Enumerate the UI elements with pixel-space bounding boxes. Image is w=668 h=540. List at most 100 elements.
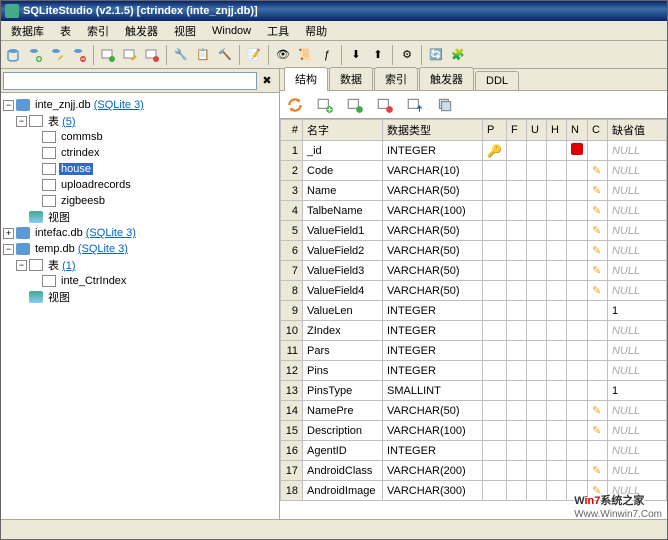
edit-column-icon[interactable] [344, 94, 366, 116]
separator [93, 45, 94, 65]
tab-触发器[interactable]: 触发器 [419, 67, 474, 90]
tbl-icon [29, 259, 43, 271]
menu-触发器[interactable]: 触发器 [117, 21, 166, 41]
tree-item[interactable]: zigbeesb [59, 195, 107, 207]
tree-item[interactable]: intefac.db (SQLite 3) [33, 227, 138, 239]
column-row[interactable]: 7ValueField3VARCHAR(50)✎NULL [281, 261, 667, 281]
window-title: SQLiteStudio (v2.1.5) [ctrindex (inte_zn… [23, 5, 258, 17]
menu-表[interactable]: 表 [52, 21, 79, 41]
tree-toggle[interactable]: − [16, 260, 27, 271]
menu-索引[interactable]: 索引 [79, 21, 117, 41]
menu-数据库[interactable]: 数据库 [3, 21, 52, 41]
tree-item[interactable]: 表 (1) [46, 257, 78, 273]
tab-结构[interactable]: 结构 [284, 67, 328, 91]
tree-item[interactable]: inte_znjj.db (SQLite 3) [33, 99, 146, 111]
column-row[interactable]: 11ParsINTEGERNULL [281, 341, 667, 361]
copy-icon[interactable] [434, 94, 456, 116]
structure-toolbar [280, 91, 667, 119]
column-row[interactable]: 9ValueLenINTEGER1 [281, 301, 667, 321]
collate-icon: ✎ [592, 465, 601, 477]
not-null-icon [571, 143, 583, 155]
functions-icon[interactable]: ƒ [317, 45, 337, 65]
collate-icon: ✎ [592, 205, 601, 217]
separator [421, 45, 422, 65]
tab-数据[interactable]: 数据 [329, 67, 373, 90]
column-row[interactable]: 10ZIndexINTEGERNULL [281, 321, 667, 341]
tree-search-input[interactable] [3, 72, 257, 90]
title-bar: SQLiteStudio (v2.1.5) [ctrindex (inte_zn… [1, 1, 667, 21]
sql-editor-icon[interactable]: 📝 [244, 45, 264, 65]
tree-toggle[interactable]: − [3, 100, 14, 111]
tree-item[interactable]: inte_CtrIndex [59, 275, 128, 287]
tree-item[interactable]: temp.db (SQLite 3) [33, 243, 130, 255]
menu-视图[interactable]: 视图 [166, 21, 204, 41]
tree-item[interactable]: house [59, 163, 93, 175]
generic-tool-icon[interactable]: 🔧 [171, 45, 191, 65]
collate-icon: ✎ [592, 425, 601, 437]
refresh-structure-icon[interactable] [284, 94, 306, 116]
tab-DDL[interactable]: DDL [475, 71, 519, 90]
column-row[interactable]: 5ValueField1VARCHAR(50)✎NULL [281, 221, 667, 241]
history-icon[interactable]: 📜 [295, 45, 315, 65]
generic-tool-icon[interactable]: 🔨 [215, 45, 235, 65]
separator [392, 45, 393, 65]
menu-帮助[interactable]: 帮助 [297, 21, 335, 41]
column-row[interactable]: 4TalbeNameVARCHAR(100)✎NULL [281, 201, 667, 221]
view-icon[interactable]: 👁 [273, 45, 293, 65]
tbl-icon [42, 275, 56, 287]
column-row[interactable]: 8ValueField4VARCHAR(50)✎NULL [281, 281, 667, 301]
tree-item[interactable]: 视图 [46, 209, 72, 225]
table-edit-icon[interactable] [120, 45, 140, 65]
refresh-icon[interactable]: 🔄 [426, 45, 446, 65]
db-add-icon[interactable] [25, 45, 45, 65]
tree-toggle[interactable]: − [3, 244, 14, 255]
tree-item[interactable]: commsb [59, 131, 105, 143]
columns-grid[interactable]: #名字数据类型PFUHNC缺省值1_idINTEGER🔑NULL2CodeVAR… [280, 119, 667, 501]
add-column-icon[interactable] [314, 94, 336, 116]
collate-icon: ✎ [592, 165, 601, 177]
export-icon[interactable]: ⬆ [368, 45, 388, 65]
tree-item[interactable]: 表 (5) [46, 113, 78, 129]
column-row[interactable]: 13PinsTypeSMALLINT1 [281, 381, 667, 401]
db-remove-icon[interactable] [69, 45, 89, 65]
menu-工具[interactable]: 工具 [259, 21, 297, 41]
column-row[interactable]: 18AndroidImageVARCHAR(300)✎NULL [281, 481, 667, 501]
tab-索引[interactable]: 索引 [374, 67, 418, 90]
column-row[interactable]: 16AgentIDINTEGERNULL [281, 441, 667, 461]
separator [341, 45, 342, 65]
db-connect-icon[interactable] [3, 45, 23, 65]
separator [166, 45, 167, 65]
tree-toggle[interactable]: + [3, 228, 14, 239]
tree-item[interactable]: ctrindex [59, 147, 102, 159]
menu-bar: 数据库表索引触发器视图Window工具帮助 [1, 21, 667, 41]
tree-item[interactable]: uploadrecords [59, 179, 133, 191]
clear-search-icon[interactable]: ✖ [257, 71, 277, 91]
move-up-icon[interactable] [404, 94, 426, 116]
ext-icon[interactable]: 🧩 [448, 45, 468, 65]
tbl-icon [42, 163, 56, 175]
collate-icon: ✎ [592, 285, 601, 297]
column-row[interactable]: 12PinsINTEGERNULL [281, 361, 667, 381]
column-row[interactable]: 2CodeVARCHAR(10)✎NULL [281, 161, 667, 181]
database-tree[interactable]: −inte_znjj.db (SQLite 3)−表 (5)commsbctri… [1, 93, 279, 519]
column-row[interactable]: 17AndroidClassVARCHAR(200)✎NULL [281, 461, 667, 481]
tree-item[interactable]: 视图 [46, 289, 72, 305]
generic-tool-icon[interactable]: 📋 [193, 45, 213, 65]
separator [268, 45, 269, 65]
column-row[interactable]: 14NamePreVARCHAR(50)✎NULL [281, 401, 667, 421]
import-icon[interactable]: ⬇ [346, 45, 366, 65]
column-row[interactable]: 1_idINTEGER🔑NULL [281, 141, 667, 161]
column-row[interactable]: 3NameVARCHAR(50)✎NULL [281, 181, 667, 201]
column-row[interactable]: 6ValueField2VARCHAR(50)✎NULL [281, 241, 667, 261]
collate-icon: ✎ [592, 265, 601, 277]
settings-icon[interactable]: ⚙ [397, 45, 417, 65]
menu-Window[interactable]: Window [204, 23, 259, 39]
view-icon [29, 211, 43, 223]
db-edit-icon[interactable] [47, 45, 67, 65]
table-add-icon[interactable] [98, 45, 118, 65]
tree-toggle[interactable]: − [16, 116, 27, 127]
delete-column-icon[interactable] [374, 94, 396, 116]
table-remove-icon[interactable] [142, 45, 162, 65]
column-row[interactable]: 15DescriptionVARCHAR(100)✎NULL [281, 421, 667, 441]
database-tree-panel: ✖ −inte_znjj.db (SQLite 3)−表 (5)commsbct… [1, 69, 280, 519]
